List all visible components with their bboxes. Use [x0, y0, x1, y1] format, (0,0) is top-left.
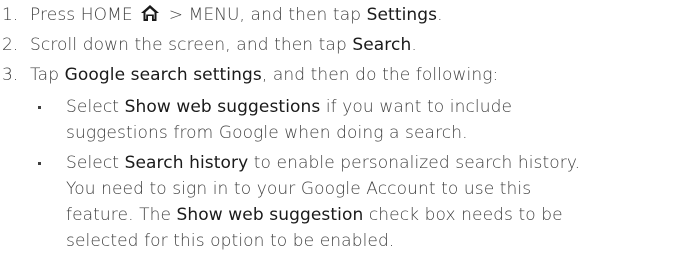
bullet-marker	[38, 106, 41, 109]
step-text: > MENU, and then tap	[163, 5, 367, 25]
bullet-line: Select Show web suggestions if you want …	[66, 94, 690, 120]
step-text: Tap	[30, 65, 65, 85]
step-1: 1. Press HOME > MENU, and then tap Setti…	[0, 0, 690, 30]
bullet-text: Select	[66, 153, 125, 173]
ui-term-show-web-suggestion: Show web suggestion	[176, 205, 364, 225]
step-number: 3.	[2, 65, 19, 85]
bullet-text: Select	[66, 97, 125, 117]
step-number: 2.	[2, 35, 19, 55]
step-text: .	[411, 35, 417, 55]
bullet-list: Select Show web suggestions if you want …	[30, 94, 690, 254]
bullet-item-search-history: Select Search history to enable personal…	[30, 150, 690, 254]
instructions: 1. Press HOME > MENU, and then tap Setti…	[0, 0, 690, 254]
bullet-line: Select Search history to enable personal…	[66, 150, 690, 176]
step-text: Press HOME	[30, 5, 139, 25]
home-icon	[141, 5, 160, 21]
bullet-marker	[38, 162, 41, 165]
step-3: 3. Tap Google search settings, and then …	[0, 60, 690, 90]
step-text: , and then do the following:	[261, 65, 499, 85]
step-2: 2. Scroll down the screen, and then tap …	[0, 30, 690, 60]
ui-term-show-web-suggestions: Show web suggestions	[124, 97, 321, 117]
bullet-text: feature. The	[66, 205, 177, 225]
bullet-text: if you want to include	[320, 97, 513, 117]
ui-term-google-search-settings: Google search settings	[64, 65, 262, 85]
bullet-text: to enable personalized search history.	[248, 153, 581, 173]
bullet-line: feature. The Show web suggestion check b…	[66, 202, 690, 228]
step-text: Scroll down the screen, and then tap	[30, 35, 353, 55]
ui-term-search: Search	[352, 35, 412, 55]
ui-term-search-history: Search history	[124, 153, 249, 173]
bullet-line: suggestions from Google when doing a sea…	[66, 123, 468, 143]
step-number: 1.	[2, 5, 19, 25]
step-text: .	[437, 5, 443, 25]
bullet-line: You need to sign in to your Google Accou…	[66, 179, 532, 199]
bullet-text: check box needs to be	[363, 205, 563, 225]
ui-term-settings: Settings	[366, 5, 438, 25]
bullet-line: selected for this option to be enabled.	[66, 231, 395, 251]
bullet-item-web-suggestions: Select Show web suggestions if you want …	[30, 94, 690, 146]
